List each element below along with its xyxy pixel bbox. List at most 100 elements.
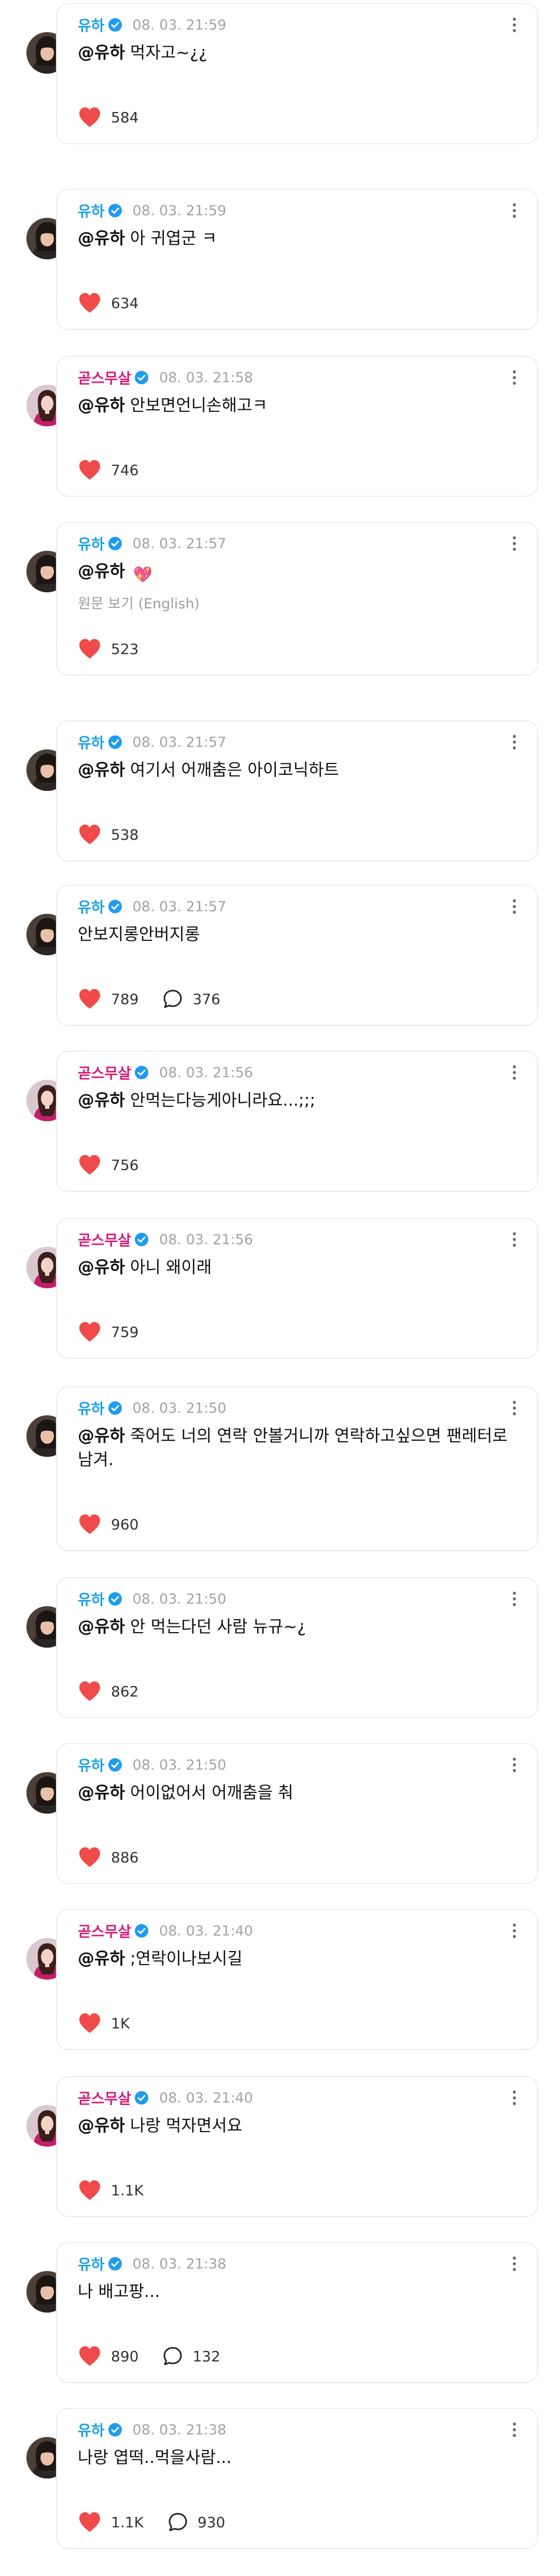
- more-options-icon[interactable]: [504, 731, 525, 754]
- more-options-icon[interactable]: [504, 13, 525, 36]
- more-options-icon[interactable]: [504, 1397, 525, 1419]
- heart-icon: [78, 292, 102, 314]
- heart-icon: [78, 459, 102, 481]
- mention-link[interactable]: @유하: [78, 228, 125, 248]
- post-actions: 759: [78, 1320, 138, 1343]
- mention-link[interactable]: @유하: [78, 760, 125, 779]
- more-options-icon[interactable]: [504, 199, 525, 222]
- post-card[interactable]: 유하 08. 03. 21:38 나 배고팡... 890 132: [56, 2242, 538, 2383]
- like-button[interactable]: 584: [78, 106, 138, 128]
- post-card[interactable]: 유하 08. 03. 21:57 @유하 여기서 어깨춤은 아이코닉하트 538: [56, 720, 538, 861]
- mention-link[interactable]: @유하: [78, 43, 125, 62]
- post-card[interactable]: 유하 08. 03. 21:59 @유하 먹자고~¿¿ 584: [56, 3, 538, 144]
- more-options-icon[interactable]: [504, 895, 525, 918]
- heart-icon: [78, 1846, 102, 1868]
- mention-link[interactable]: @유하: [78, 1948, 125, 1968]
- mention-link[interactable]: @유하: [78, 395, 125, 415]
- more-options-icon[interactable]: [504, 1919, 525, 1942]
- like-button[interactable]: 890: [78, 2345, 138, 2367]
- like-button[interactable]: 756: [78, 1154, 138, 1176]
- post-card[interactable]: 곧스무살 08. 03. 21:56 @유하 안먹는다능게아니라요...;;; 756: [56, 1051, 538, 1192]
- more-options-icon[interactable]: [504, 532, 525, 555]
- heart-icon: [78, 824, 102, 845]
- verified-badge-icon: [134, 1232, 149, 1247]
- more-options-icon[interactable]: [504, 1061, 525, 1084]
- post-card[interactable]: 곧스무살 08. 03. 21:56 @유하 아니 왜이래 759: [56, 1218, 538, 1359]
- like-button[interactable]: 1K: [78, 2012, 130, 2034]
- post-card[interactable]: 유하 08. 03. 21:57 안보지롱안버지롱 789 376: [56, 885, 538, 1026]
- mention-link[interactable]: @유하: [78, 561, 125, 581]
- author-name[interactable]: 유하: [78, 1398, 105, 1418]
- like-button[interactable]: 746: [78, 459, 138, 481]
- like-count: 523: [111, 640, 139, 658]
- post-card[interactable]: 곧스무살 08. 03. 21:40 @유하 ;연락이나보시길 1K: [56, 1909, 538, 2050]
- more-options-icon[interactable]: [504, 2086, 525, 2109]
- verified-badge-icon: [134, 2091, 149, 2105]
- author-name[interactable]: 유하: [78, 2419, 105, 2440]
- post-text: 나 배고팡...: [78, 2281, 160, 2301]
- post-actions: 886: [78, 1846, 138, 1869]
- post-card[interactable]: 유하 08. 03. 21:38 나랑 엽떡..먹을사람... 1.1K 930: [56, 2408, 538, 2549]
- like-button[interactable]: 759: [78, 1321, 138, 1343]
- post-timestamp: 08. 03. 21:40: [159, 2090, 253, 2106]
- mention-link[interactable]: @유하: [78, 1257, 125, 1277]
- author-name[interactable]: 유하: [78, 732, 105, 753]
- reply-button[interactable]: 930: [167, 2512, 225, 2532]
- post-timestamp: 08. 03. 21:56: [159, 1064, 253, 1081]
- like-button[interactable]: 960: [78, 1513, 138, 1535]
- more-options-icon[interactable]: [504, 1228, 525, 1251]
- like-button[interactable]: 1.1K: [78, 2179, 144, 2201]
- post-text: 나랑 엽떡..먹을사람...: [78, 2447, 232, 2467]
- author-name[interactable]: 유하: [78, 1755, 105, 1775]
- author-name[interactable]: 유하: [78, 2253, 105, 2274]
- verified-badge-icon: [108, 1401, 122, 1415]
- like-button[interactable]: 634: [78, 292, 138, 314]
- post-card[interactable]: 유하 08. 03. 21:50 @유하 안 먹는다던 사람 뉴규~¿ 862: [56, 1577, 538, 1718]
- mention-link[interactable]: @유하: [78, 2115, 125, 2135]
- more-options-icon[interactable]: [504, 366, 525, 389]
- like-button[interactable]: 862: [78, 1680, 138, 1702]
- post-header: 곧스무살 08. 03. 21:40: [78, 2087, 253, 2108]
- author-name[interactable]: 유하: [78, 15, 105, 35]
- mention-link[interactable]: @유하: [78, 1090, 125, 1110]
- more-options-icon[interactable]: [504, 1588, 525, 1610]
- post-actions: 584: [78, 106, 138, 129]
- author-name[interactable]: 곧스무살: [78, 2087, 131, 2108]
- like-button[interactable]: 886: [78, 1846, 138, 1868]
- reply-button[interactable]: 376: [162, 988, 220, 1009]
- author-name[interactable]: 곧스무살: [78, 1062, 131, 1083]
- post-card[interactable]: 곧스무살 08. 03. 21:40 @유하 나랑 먹자면서요 1.1K: [56, 2076, 538, 2217]
- author-name[interactable]: 유하: [78, 1589, 105, 1609]
- author-name[interactable]: 유하: [78, 200, 105, 221]
- mention-link[interactable]: @유하: [78, 1426, 125, 1445]
- post-card[interactable]: 유하 08. 03. 21:57 @유하 💖 원문 보기 (English) 523: [56, 522, 538, 676]
- post-body: 나 배고팡...: [78, 2279, 519, 2303]
- post-actions: 523: [78, 637, 138, 660]
- post-timestamp: 08. 03. 21:56: [159, 1231, 253, 1248]
- post-card[interactable]: 유하 08. 03. 21:50 @유하 죽어도 너의 연락 안볼거니까 연락하고싶으…: [56, 1386, 538, 1551]
- post-card[interactable]: 유하 08. 03. 21:59 @유하 아 귀엽군 ㅋ 634: [56, 189, 538, 330]
- more-options-icon[interactable]: [504, 2252, 525, 2275]
- like-button[interactable]: 1.1K: [78, 2511, 144, 2533]
- post-card[interactable]: 곧스무살 08. 03. 21:58 @유하 안보면언니손해고ㅋ 746: [56, 356, 538, 497]
- author-name[interactable]: 곧스무살: [78, 1920, 131, 1941]
- mention-link[interactable]: @유하: [78, 1617, 125, 1636]
- author-name[interactable]: 유하: [78, 533, 105, 554]
- post-header: 유하 08. 03. 21:38: [78, 2419, 226, 2440]
- like-button[interactable]: 523: [78, 638, 138, 660]
- post-text: 안보지롱안버지롱: [78, 924, 200, 944]
- reply-button[interactable]: 132: [162, 2346, 220, 2366]
- post-card[interactable]: 유하 08. 03. 21:50 @유하 어이없어서 어깨춤을 춰 886: [56, 1743, 538, 1884]
- like-button[interactable]: 789: [78, 988, 138, 1010]
- translate-link[interactable]: 원문 보기 (English): [78, 592, 519, 616]
- author-name[interactable]: 곧스무살: [78, 367, 131, 388]
- author-name[interactable]: 유하: [78, 896, 105, 917]
- post-text: 여기서 어깨춤은 아이코닉하트: [130, 760, 339, 779]
- author-name[interactable]: 곧스무살: [78, 1229, 131, 1250]
- speech-bubble-icon: [167, 2512, 188, 2532]
- more-options-icon[interactable]: [504, 2418, 525, 2441]
- like-button[interactable]: 538: [78, 824, 138, 845]
- verified-badge-icon: [108, 735, 122, 749]
- mention-link[interactable]: @유하: [78, 1783, 125, 1802]
- more-options-icon[interactable]: [504, 1753, 525, 1776]
